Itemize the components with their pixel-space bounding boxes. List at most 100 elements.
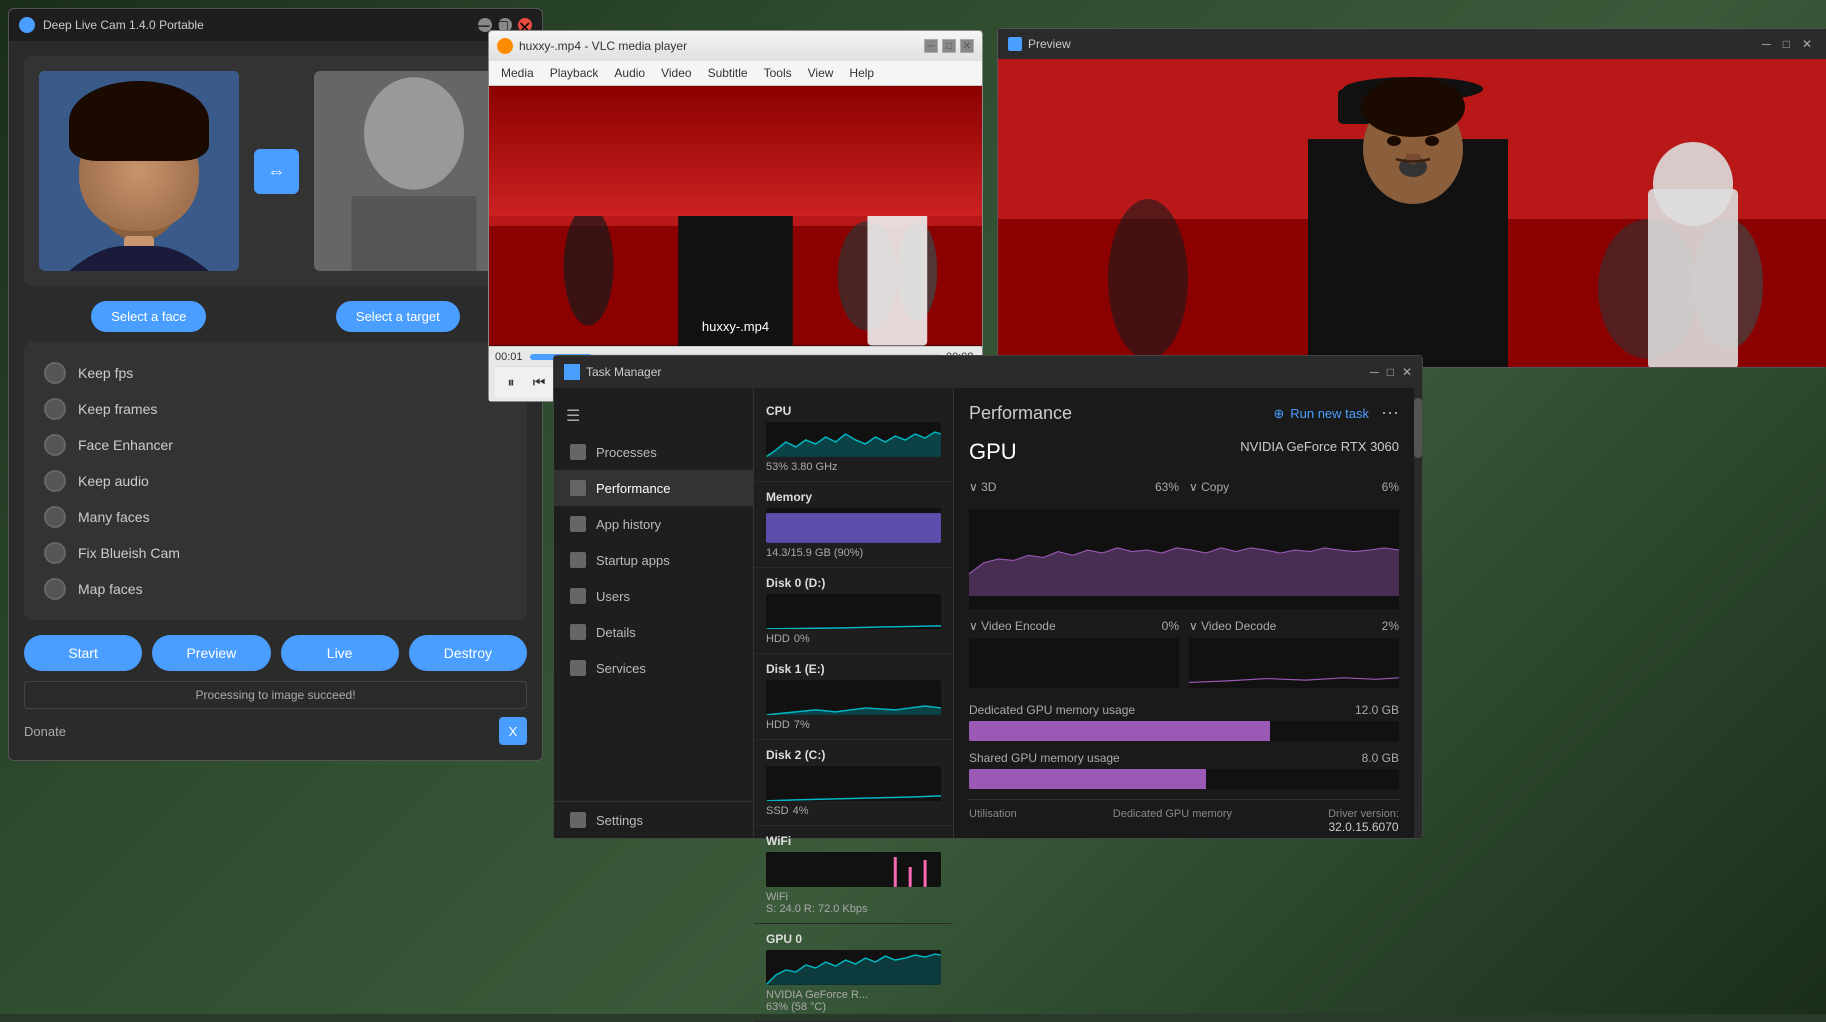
sidebar-label-startup-apps: Startup apps	[596, 553, 670, 568]
services-icon	[570, 660, 586, 676]
option-fix-blueish: Fix Blueish Cam	[44, 542, 507, 564]
tm-hamburger-icon[interactable]: ☰	[566, 406, 580, 426]
tm-gpu-detail-panel: Performance ⊕ Run new task ⋯ GPU NVIDIA …	[954, 388, 1414, 838]
perf-item-cpu[interactable]: CPU 53% 3.80 GHz	[754, 396, 953, 482]
target-face-image	[314, 71, 514, 271]
destroy-button[interactable]: Destroy	[409, 635, 527, 671]
gpu-dedicated-memory-label: Dedicated GPU memory usage	[969, 703, 1135, 717]
perf-disk1-sub-group: HDD 7%	[766, 719, 941, 731]
gpu-bottom-dedicated: Dedicated GPU memory	[1113, 808, 1232, 834]
tm-minimize-btn[interactable]: ─	[1370, 365, 1379, 379]
vlc-prev-btn[interactable]: ⏮	[527, 370, 551, 394]
vlc-menu-help[interactable]: Help	[841, 63, 882, 83]
gpu-shared-memory-fill	[969, 769, 1206, 789]
perf-item-gpu0[interactable]: GPU 0 NVIDIA GeForce R... 63% (58 °C)	[754, 924, 953, 1022]
tm-close-btn[interactable]: ✕	[1402, 365, 1412, 379]
perf-item-disk1[interactable]: Disk 1 (E:) HDD 7%	[754, 654, 953, 740]
gpu-stat-copy: ∨ Copy 6%	[1189, 480, 1399, 494]
gpu-copy-value: 6%	[1382, 480, 1399, 494]
vlc-window-controls[interactable]: ─ □ ✕	[924, 39, 974, 53]
map-faces-checkbox[interactable]	[44, 578, 66, 600]
vlc-close-btn[interactable]: ✕	[960, 39, 974, 53]
perf-disk0-sub-group: HDD 0%	[766, 633, 941, 645]
preview-video-area	[998, 59, 1826, 367]
perf-item-disk0[interactable]: Disk 0 (D:) HDD 0%	[754, 568, 953, 654]
perf-gpu0-title: GPU 0	[766, 932, 941, 946]
face-enhancer-checkbox[interactable]	[44, 434, 66, 456]
vlc-menu-view[interactable]: View	[800, 63, 842, 83]
fix-blueish-checkbox[interactable]	[44, 542, 66, 564]
tm-scrollbar[interactable]	[1414, 388, 1422, 838]
vlc-title-group: huxxy-.mp4 - VLC media player	[497, 38, 687, 54]
preview-window-controls[interactable]: ─ □ ✕	[1758, 37, 1816, 51]
perf-disk1-graph	[766, 680, 941, 715]
select-target-button[interactable]: Select a target	[336, 301, 460, 332]
vlc-menu-playback[interactable]: Playback	[542, 63, 607, 83]
swap-faces-button[interactable]: ⇔	[254, 149, 299, 194]
sidebar-item-processes[interactable]: Processes	[554, 434, 753, 470]
select-face-button[interactable]: Select a face	[91, 301, 206, 332]
many-faces-checkbox[interactable]	[44, 506, 66, 528]
sidebar-item-settings[interactable]: Settings	[554, 801, 754, 838]
tm-scrollbar-thumb[interactable]	[1414, 398, 1422, 458]
run-task-icon: ⊕	[1273, 406, 1284, 422]
sidebar-item-users[interactable]: Users	[554, 578, 753, 614]
option-map-faces: Map faces	[44, 578, 507, 600]
status-text: Processing to image succeed!	[195, 688, 355, 702]
perf-wifi-sub2: S: 24.0 R: 72.0 Kbps	[766, 903, 941, 915]
vlc-minimize-btn[interactable]: ─	[924, 39, 938, 53]
perf-wifi-title: WiFi	[766, 834, 941, 848]
gpu-utilization-graph-svg	[969, 509, 1399, 609]
gpu-decode-label: ∨ Video Decode 2%	[1189, 619, 1399, 633]
donate-close-button[interactable]: X	[499, 717, 527, 745]
preview-minimize-btn[interactable]: ─	[1758, 37, 1775, 51]
donate-row: Donate X	[24, 717, 527, 745]
perf-item-wifi[interactable]: WiFi WiFi S: 24.0 R: 72.0 Kbps	[754, 826, 953, 924]
sidebar-item-performance[interactable]: Performance	[554, 470, 753, 506]
perf-gpu0-graph	[766, 950, 941, 985]
taskmanager-window: Task Manager ─ □ ✕ ☰ Processes Performan…	[553, 355, 1423, 839]
tm-window-controls[interactable]: ─ □ ✕	[1370, 365, 1412, 379]
tm-maximize-btn[interactable]: □	[1387, 365, 1394, 379]
tm-app-icon	[564, 364, 580, 380]
perf-disk2-sub1: SSD	[766, 805, 789, 817]
perf-item-memory[interactable]: Memory 14.3/15.9 GB (90%)	[754, 482, 953, 568]
vlc-menu-audio[interactable]: Audio	[606, 63, 653, 83]
preview-maximize-btn[interactable]: □	[1779, 37, 1794, 51]
many-faces-label: Many faces	[78, 509, 150, 525]
keep-fps-checkbox[interactable]	[44, 362, 66, 384]
sidebar-item-app-history[interactable]: App history	[554, 506, 753, 542]
preview-window: Preview ─ □ ✕	[997, 28, 1826, 368]
sidebar-label-details: Details	[596, 625, 636, 640]
perf-wifi-sub-group: WiFi S: 24.0 R: 72.0 Kbps	[766, 891, 941, 915]
sidebar-item-services[interactable]: Services	[554, 650, 753, 686]
preview-button[interactable]: Preview	[152, 635, 270, 671]
tm-more-button[interactable]: ⋯	[1381, 403, 1399, 424]
keep-audio-checkbox[interactable]	[44, 470, 66, 492]
sidebar-item-details[interactable]: Details	[554, 614, 753, 650]
gpu-shared-memory-section: Shared GPU memory usage 8.0 GB	[969, 751, 1399, 789]
gpu-detail-header: GPU NVIDIA GeForce RTX 3060	[969, 439, 1399, 465]
gpu-driver-label: Driver version:	[1328, 808, 1399, 820]
vlc-menu-tools[interactable]: Tools	[756, 63, 800, 83]
perf-cpu-graph	[766, 422, 941, 457]
perf-memory-sub: 14.3/15.9 GB (90%)	[766, 547, 941, 559]
vlc-pause-btn[interactable]: ⏸	[499, 370, 523, 394]
options-panel: Keep fps Keep frames Face Enhancer Keep …	[24, 342, 527, 620]
sidebar-item-startup-apps[interactable]: Startup apps	[554, 542, 753, 578]
perf-wifi-sub1: WiFi	[766, 891, 941, 903]
gpu-3d-label: ∨ 3D	[969, 480, 996, 494]
vlc-titlebar: huxxy-.mp4 - VLC media player ─ □ ✕	[489, 31, 982, 61]
keep-frames-checkbox[interactable]	[44, 398, 66, 420]
preview-close-btn[interactable]: ✕	[1798, 37, 1816, 51]
perf-disk0-sub2: 0%	[794, 633, 810, 645]
vlc-maximize-btn[interactable]: □	[942, 39, 956, 53]
perf-item-disk2[interactable]: Disk 2 (C:) SSD 4%	[754, 740, 953, 826]
dlc-icon	[19, 17, 35, 33]
start-button[interactable]: Start	[24, 635, 142, 671]
vlc-menu-media[interactable]: Media	[493, 63, 542, 83]
run-new-task-button[interactable]: ⊕ Run new task	[1273, 406, 1369, 422]
vlc-menu-subtitle[interactable]: Subtitle	[700, 63, 756, 83]
vlc-menu-video[interactable]: Video	[653, 63, 699, 83]
live-button[interactable]: Live	[281, 635, 399, 671]
